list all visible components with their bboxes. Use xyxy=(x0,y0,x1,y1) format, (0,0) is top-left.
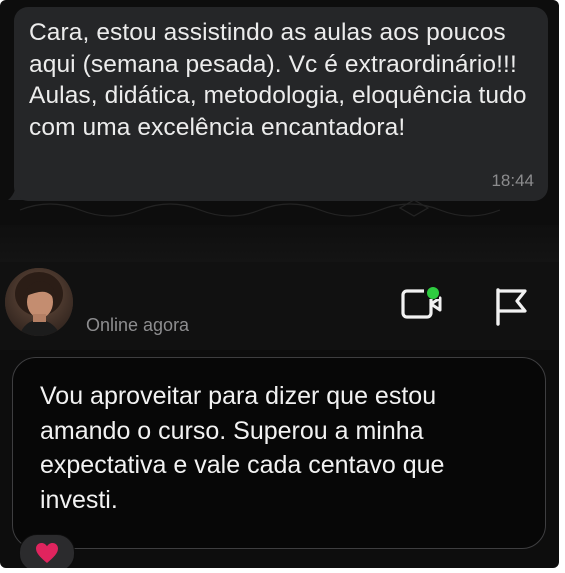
sent-message-card: Vou aproveitar para dizer que estou aman… xyxy=(12,357,546,549)
avatar-image xyxy=(5,268,73,336)
online-status: Online agora xyxy=(86,315,190,335)
section-divider xyxy=(0,225,559,263)
received-message-text: Cara, estou assistindo as aulas aos pouc… xyxy=(29,19,527,141)
message-timestamp: 18:44 xyxy=(491,171,534,190)
sent-message-text: Vou aproveitar para dizer que estou aman… xyxy=(40,382,445,514)
chat-screenshot: Cara, estou assistindo as aulas aos pouc… xyxy=(0,0,559,568)
heart-icon xyxy=(36,543,58,563)
avatar[interactable] xyxy=(5,268,73,336)
received-message-bubble: Cara, estou assistindo as aulas aos pouc… xyxy=(14,7,548,201)
flag-icon xyxy=(496,288,527,326)
heart-reaction[interactable] xyxy=(19,534,75,568)
chat-header xyxy=(0,262,559,350)
video-call-icon xyxy=(401,287,442,319)
video-call-button[interactable] xyxy=(401,283,443,325)
report-flag-button[interactable] xyxy=(493,286,529,326)
